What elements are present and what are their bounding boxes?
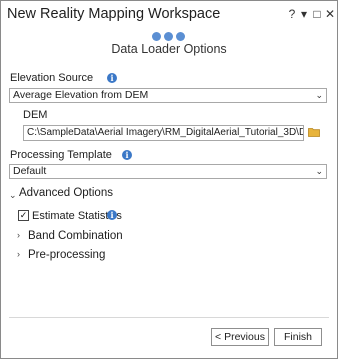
elevation-source-value: Average Elevation from DEM	[13, 89, 149, 101]
page-subtitle: Data Loader Options	[111, 42, 227, 56]
step-dot	[164, 32, 173, 41]
advanced-options-header[interactable]: Advanced Options	[19, 187, 113, 199]
step-dot	[152, 32, 161, 41]
info-icon[interactable]: i	[107, 210, 117, 220]
chevron-right-icon[interactable]: ›	[17, 249, 20, 259]
processing-template-value: Default	[13, 165, 47, 177]
dem-path-input[interactable]: C:\SampleData\Aerial Imagery\RM_DigitalA…	[23, 125, 304, 141]
dem-label: DEM	[23, 109, 48, 121]
folder-icon[interactable]	[308, 127, 320, 137]
info-icon[interactable]: i	[107, 73, 117, 83]
chevron-down-icon[interactable]: ⌄	[9, 190, 17, 201]
processing-template-dropdown[interactable]: Default ⌄	[9, 164, 327, 179]
restore-icon[interactable]: □	[312, 6, 322, 22]
dialog-window: New Reality Mapping Workspace ? ▾ □ ✕ Da…	[0, 0, 338, 359]
chevron-down-icon: ⌄	[315, 166, 323, 176]
chevron-down-icon: ⌄	[315, 90, 323, 100]
step-dot	[176, 32, 185, 41]
info-icon[interactable]: i	[122, 150, 132, 160]
estimate-statistics-checkbox[interactable]: ✓	[18, 210, 29, 221]
processing-template-label: Processing Template	[10, 149, 112, 161]
footer-divider	[9, 317, 329, 318]
pre-processing-header[interactable]: Pre-processing	[28, 249, 105, 261]
chevron-right-icon[interactable]: ›	[17, 230, 20, 240]
elevation-source-dropdown[interactable]: Average Elevation from DEM ⌄	[9, 88, 327, 103]
window-menu-icon[interactable]: ▾	[299, 6, 309, 22]
help-icon[interactable]: ?	[287, 6, 297, 22]
band-combination-header[interactable]: Band Combination	[28, 230, 123, 242]
window-title: New Reality Mapping Workspace	[7, 6, 221, 22]
close-icon[interactable]: ✕	[325, 6, 335, 22]
previous-button[interactable]: < Previous	[211, 328, 269, 346]
finish-button[interactable]: Finish	[274, 328, 322, 346]
title-bar: New Reality Mapping Workspace ? ▾ □ ✕	[1, 1, 337, 27]
elevation-source-label: Elevation Source	[10, 72, 94, 84]
